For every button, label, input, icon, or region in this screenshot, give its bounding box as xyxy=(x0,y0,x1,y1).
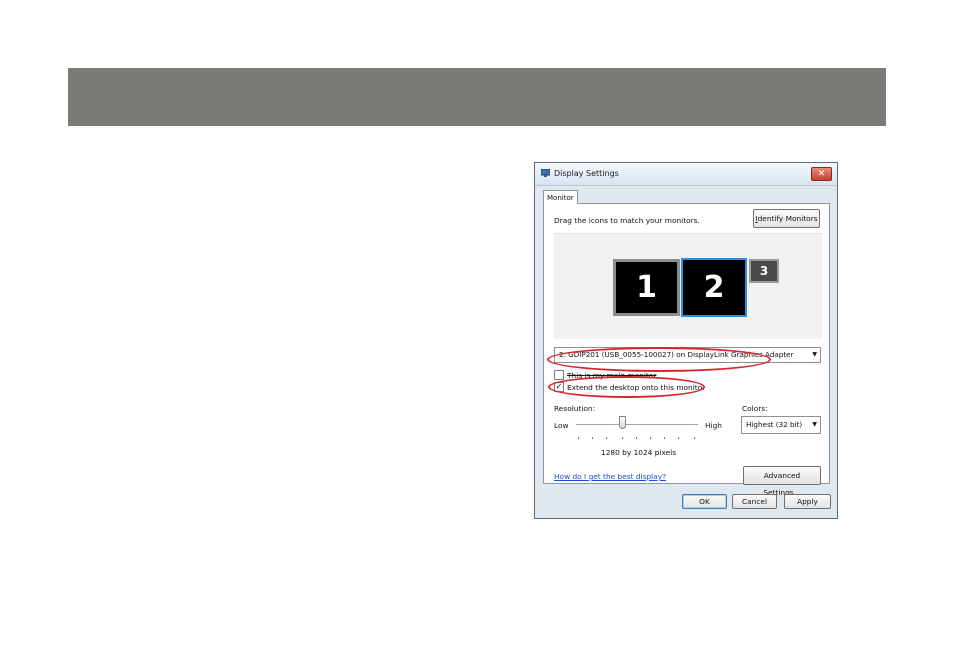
resolution-label: Resolution: xyxy=(554,404,596,413)
dialog-title: Display Settings xyxy=(554,169,619,178)
main-monitor-checkbox[interactable] xyxy=(554,370,564,380)
chevron-down-icon: ▼ xyxy=(812,421,817,428)
slider-tick xyxy=(650,437,651,439)
adapter-highlight-ellipse xyxy=(547,347,771,372)
display-icon xyxy=(541,169,550,177)
help-link[interactable]: How do I get the best display? xyxy=(554,472,666,481)
header-band xyxy=(68,68,886,126)
slider-tick xyxy=(592,437,593,439)
resolution-high-label: High xyxy=(705,421,722,430)
slider-tick xyxy=(664,437,665,439)
slider-tick xyxy=(622,437,623,439)
display-settings-dialog: Display Settings ✕ Monitor Drag the icon… xyxy=(534,162,838,519)
close-button[interactable]: ✕ xyxy=(811,167,832,181)
monitor-1[interactable]: 1 xyxy=(613,259,680,316)
tab-monitor[interactable]: Monitor xyxy=(543,190,578,204)
slider-tick xyxy=(694,437,695,439)
colors-label: Colors: xyxy=(742,404,768,413)
colors-select-value: Highest (32 bit) xyxy=(746,420,803,429)
identify-monitors-button[interactable]: Identify Monitors xyxy=(753,209,820,228)
identify-label: dentify Monitors xyxy=(757,214,818,223)
advanced-settings-button[interactable]: Advanced Settings... xyxy=(743,466,821,497)
colors-select[interactable]: Highest (32 bit) ▼ xyxy=(741,416,821,434)
title-bar: Display Settings ✕ xyxy=(535,163,837,186)
monitor-3[interactable]: 3 xyxy=(749,259,779,283)
resolution-value: 1280 by 1024 pixels xyxy=(601,448,677,457)
instructions-text: Drag the icons to match your monitors. xyxy=(554,216,700,225)
resolution-low-label: Low xyxy=(554,421,569,430)
resolution-slider-track[interactable] xyxy=(576,424,698,425)
apply-button[interactable]: Apply xyxy=(784,494,831,509)
slider-tick xyxy=(678,437,679,439)
slider-tick xyxy=(606,437,607,439)
slider-tick xyxy=(578,437,579,439)
chevron-down-icon: ▼ xyxy=(812,351,817,358)
monitor-2[interactable]: 2 xyxy=(681,258,747,317)
cancel-button[interactable]: Cancel xyxy=(732,494,777,509)
close-icon: ✕ xyxy=(817,169,826,179)
slider-tick xyxy=(636,437,637,439)
monitor-arrangement-area: 1 2 3 xyxy=(554,233,822,339)
ok-button[interactable]: OK xyxy=(682,494,727,509)
resolution-slider-thumb[interactable] xyxy=(619,416,626,429)
extend-highlight-ellipse xyxy=(548,376,705,398)
monitor-panel: Drag the icons to match your monitors. I… xyxy=(543,203,830,497)
